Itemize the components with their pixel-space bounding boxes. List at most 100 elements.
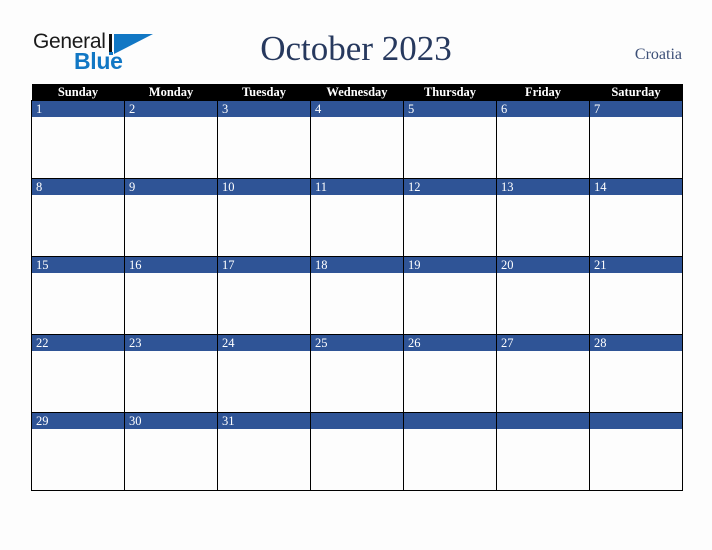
calendar-day-cell[interactable]: 18 (310, 256, 404, 335)
day-notes-area[interactable] (218, 351, 310, 412)
calendar-day-cell[interactable]: 4 (310, 100, 404, 179)
day-notes-area[interactable] (404, 195, 496, 256)
calendar-day-cell[interactable]: 1 (31, 100, 125, 179)
day-inner (404, 413, 496, 490)
calendar-day-cell[interactable]: 15 (31, 256, 125, 335)
day-inner (497, 413, 589, 490)
day-notes-area[interactable] (311, 117, 403, 178)
brand-logo[interactable]: General Blue (33, 30, 158, 76)
calendar-week-row: 29 30 31 (31, 412, 683, 491)
day-notes-area[interactable] (218, 429, 310, 490)
calendar-day-cell[interactable]: 3 (217, 100, 311, 179)
day-notes-area[interactable] (311, 273, 403, 334)
day-notes-area[interactable] (311, 429, 403, 490)
day-notes-area[interactable] (218, 195, 310, 256)
day-notes-area[interactable] (125, 117, 217, 178)
day-inner: 17 (218, 257, 310, 334)
calendar-day-cell[interactable]: 2 (124, 100, 218, 179)
date-band: 9 (125, 179, 217, 195)
day-notes-area[interactable] (311, 351, 403, 412)
calendar-day-cell[interactable]: 17 (217, 256, 311, 335)
calendar-day-cell[interactable]: 31 (217, 412, 311, 491)
calendar-day-cell[interactable]: 26 (403, 334, 497, 413)
calendar-day-cell[interactable]: 14 (589, 178, 683, 257)
calendar-day-cell[interactable]: 10 (217, 178, 311, 257)
date-number: 27 (501, 336, 514, 350)
calendar-day-cell[interactable]: 20 (496, 256, 590, 335)
day-inner: 25 (311, 335, 403, 412)
calendar-day-cell[interactable]: 9 (124, 178, 218, 257)
day-notes-area[interactable] (497, 273, 589, 334)
day-notes-area[interactable] (32, 273, 124, 334)
day-notes-area[interactable] (32, 195, 124, 256)
day-inner: 29 (32, 413, 124, 490)
calendar-day-cell[interactable]: 28 (589, 334, 683, 413)
day-inner: 16 (125, 257, 217, 334)
day-notes-area[interactable] (404, 429, 496, 490)
calendar-day-cell[interactable]: 6 (496, 100, 590, 179)
day-notes-area[interactable] (590, 195, 682, 256)
day-notes-area[interactable] (218, 117, 310, 178)
date-number: 9 (129, 180, 136, 194)
day-inner: 18 (311, 257, 403, 334)
day-notes-area[interactable] (404, 273, 496, 334)
calendar-day-cell[interactable]: 11 (310, 178, 404, 257)
day-notes-area[interactable] (32, 429, 124, 490)
calendar-day-cell[interactable] (589, 412, 683, 491)
weekday-header-saturday: Saturday (589, 84, 683, 101)
date-band: 18 (311, 257, 403, 273)
calendar-day-cell[interactable]: 13 (496, 178, 590, 257)
calendar-day-cell[interactable] (496, 412, 590, 491)
day-notes-area[interactable] (32, 117, 124, 178)
date-number: 23 (129, 336, 142, 350)
date-number: 6 (501, 102, 508, 116)
calendar-body: 1 2 3 4 5 6 7 8 9 10 11 12 13 14 15 16 17 18 19 20 21 22 23 24 2… (31, 100, 683, 491)
weekday-header-sunday: Sunday (31, 84, 125, 101)
day-notes-area[interactable] (497, 351, 589, 412)
calendar-day-cell[interactable]: 22 (31, 334, 125, 413)
day-notes-area[interactable] (404, 351, 496, 412)
day-notes-area[interactable] (125, 195, 217, 256)
calendar-day-cell[interactable]: 25 (310, 334, 404, 413)
calendar-day-cell[interactable]: 5 (403, 100, 497, 179)
calendar-week-row: 22 23 24 25 26 27 28 (31, 334, 683, 413)
date-band: 28 (590, 335, 682, 351)
day-notes-area[interactable] (590, 351, 682, 412)
day-notes-area[interactable] (125, 351, 217, 412)
date-band: 3 (218, 101, 310, 117)
date-number: 18 (315, 258, 328, 272)
calendar-day-cell[interactable]: 19 (403, 256, 497, 335)
calendar-day-cell[interactable]: 30 (124, 412, 218, 491)
date-band: 21 (590, 257, 682, 273)
day-notes-area[interactable] (125, 429, 217, 490)
date-band (590, 413, 682, 429)
calendar-day-cell[interactable] (310, 412, 404, 491)
calendar-day-cell[interactable] (403, 412, 497, 491)
date-band: 4 (311, 101, 403, 117)
calendar-day-cell[interactable]: 16 (124, 256, 218, 335)
calendar-day-cell[interactable]: 24 (217, 334, 311, 413)
calendar-day-cell[interactable]: 27 (496, 334, 590, 413)
day-notes-area[interactable] (497, 429, 589, 490)
calendar-day-cell[interactable]: 23 (124, 334, 218, 413)
calendar-day-cell[interactable]: 21 (589, 256, 683, 335)
day-notes-area[interactable] (590, 117, 682, 178)
day-notes-area[interactable] (218, 273, 310, 334)
day-notes-area[interactable] (125, 273, 217, 334)
date-band: 30 (125, 413, 217, 429)
calendar-day-cell[interactable]: 7 (589, 100, 683, 179)
day-notes-area[interactable] (497, 117, 589, 178)
date-band: 22 (32, 335, 124, 351)
calendar-day-cell[interactable]: 8 (31, 178, 125, 257)
calendar-day-cell[interactable]: 29 (31, 412, 125, 491)
calendar-week-row: 15 16 17 18 19 20 21 (31, 256, 683, 335)
calendar-day-cell[interactable]: 12 (403, 178, 497, 257)
day-notes-area[interactable] (590, 273, 682, 334)
day-notes-area[interactable] (590, 429, 682, 490)
day-notes-area[interactable] (32, 351, 124, 412)
day-notes-area[interactable] (311, 195, 403, 256)
day-notes-area[interactable] (497, 195, 589, 256)
day-inner: 11 (311, 179, 403, 256)
calendar-grid: Sunday Monday Tuesday Wednesday Thursday… (31, 84, 683, 491)
day-notes-area[interactable] (404, 117, 496, 178)
